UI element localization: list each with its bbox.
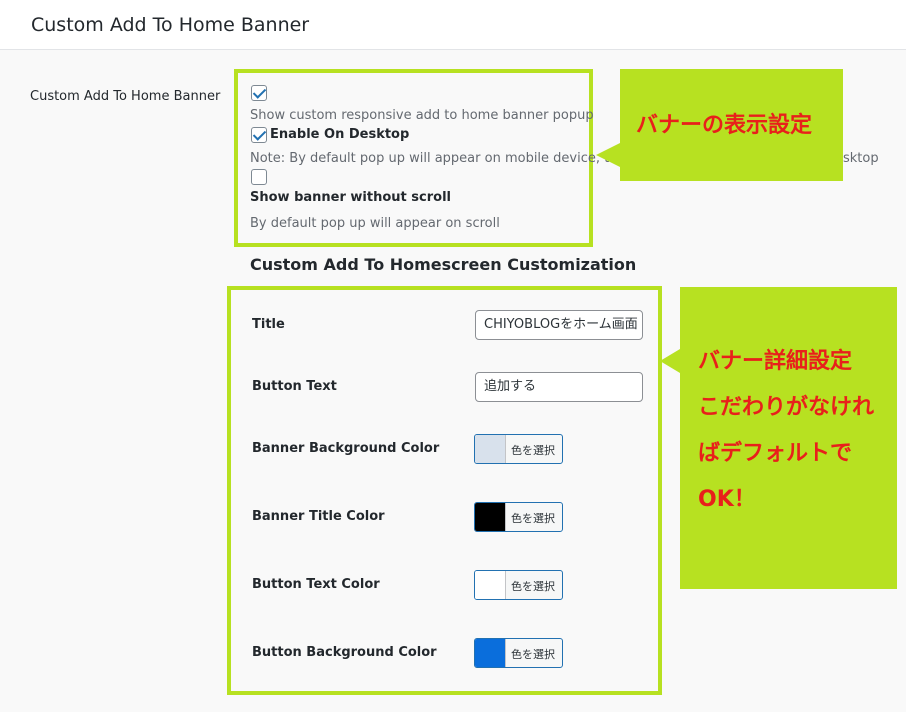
banner-bg-color-picker[interactable]: 色を選択 [474, 434, 563, 464]
no-scroll-checkbox[interactable] [251, 169, 267, 185]
page-header: Custom Add To Home Banner [0, 0, 906, 50]
title-input[interactable]: CHIYOBLOGをホーム画面 [475, 310, 643, 340]
button-text-input[interactable]: 追加する [475, 372, 643, 402]
color-picker-label: 色を選択 [511, 444, 555, 457]
button-bg-color-label: Button Background Color [252, 645, 437, 660]
callout-text-line-2: こだわりがなけれ [698, 395, 875, 420]
callout-text-line-3: ばデフォルトで [698, 441, 853, 466]
enable-desktop-note: Note: By default pop up will appear on m… [250, 151, 618, 166]
color-swatch [475, 503, 506, 531]
banner-title-color-label: Banner Title Color [252, 509, 385, 524]
button-text-color-label: Button Text Color [252, 577, 380, 592]
title-field-label: Title [252, 317, 285, 332]
color-picker-label: 色を選択 [511, 512, 555, 525]
show-banner-description: Show custom responsive add to home banne… [250, 108, 594, 123]
setting-row-label: Custom Add To Home Banner [30, 89, 221, 104]
color-swatch [475, 435, 506, 463]
enable-desktop-label[interactable]: Enable On Desktop [270, 127, 409, 142]
no-scroll-description: By default pop up will appear on scroll [250, 216, 500, 231]
button-bg-color-picker[interactable]: 色を選択 [474, 638, 563, 668]
customization-highlight [227, 286, 662, 695]
color-swatch [475, 571, 506, 599]
color-picker-label: 色を選択 [511, 648, 555, 661]
button-text-field-label: Button Text [252, 379, 337, 394]
color-picker-label: 色を選択 [511, 580, 555, 593]
page-title: Custom Add To Home Banner [31, 14, 310, 36]
callout-text-line-1: バナー詳細設定 [698, 349, 853, 374]
enable-desktop-note-tail: sktop [843, 151, 879, 166]
display-settings-callout: バナーの表示設定 [596, 69, 843, 181]
callout-text-line-4: OK！ [698, 487, 756, 512]
button-text-color-picker[interactable]: 色を選択 [474, 570, 563, 600]
no-scroll-label[interactable]: Show banner without scroll [250, 190, 451, 205]
customization-section-title: Custom Add To Homescreen Customization [250, 255, 637, 274]
color-swatch [475, 639, 506, 667]
show-banner-checkbox[interactable] [251, 85, 267, 101]
banner-bg-color-label: Banner Background Color [252, 441, 440, 456]
callout-text: バナーの表示設定 [636, 113, 813, 138]
enable-desktop-checkbox[interactable] [251, 127, 267, 143]
banner-title-color-picker[interactable]: 色を選択 [474, 502, 563, 532]
detail-settings-callout: バナー詳細設定 こだわりがなけれ ばデフォルトで OK！ [660, 287, 897, 589]
